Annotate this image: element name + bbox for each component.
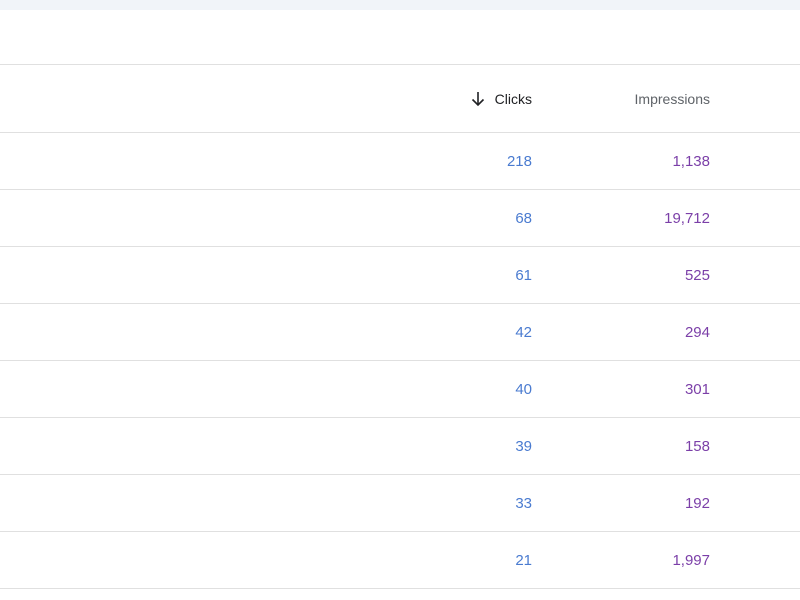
table-row[interactable]: 39 158 <box>0 418 800 475</box>
table-header-row: Clicks Impressions <box>0 65 800 133</box>
clicks-cell: 40 <box>515 380 532 398</box>
table-row[interactable]: 40 301 <box>0 361 800 418</box>
clicks-cell: 21 <box>515 551 532 569</box>
top-strip <box>0 0 800 10</box>
impressions-cell: 158 <box>684 437 710 455</box>
impressions-cell: 192 <box>684 494 710 512</box>
impressions-column-header[interactable]: Impressions <box>570 65 710 132</box>
clicks-cell: 42 <box>515 323 532 341</box>
impressions-column-label: Impressions <box>634 90 710 107</box>
impressions-cell: 294 <box>684 323 710 341</box>
table-row[interactable]: 218 1,138 <box>0 133 800 190</box>
arrow-down-icon <box>471 91 485 107</box>
table-row[interactable]: 68 19,712 <box>0 190 800 247</box>
table-row[interactable]: 61 525 <box>0 247 800 304</box>
table-row[interactable]: 21 1,997 <box>0 532 800 589</box>
clicks-column-header[interactable]: Clicks <box>412 65 532 132</box>
table-row[interactable]: 33 192 <box>0 475 800 532</box>
clicks-cell: 33 <box>515 494 532 512</box>
impressions-cell: 1,138 <box>672 152 710 170</box>
impressions-cell: 1,997 <box>672 551 710 569</box>
clicks-cell: 61 <box>515 266 532 284</box>
clicks-cell: 218 <box>506 152 532 170</box>
impressions-cell: 19,712 <box>664 209 710 227</box>
impressions-cell: 301 <box>684 380 710 398</box>
clicks-cell: 68 <box>515 209 532 227</box>
clicks-column-label: Clicks <box>494 90 532 107</box>
performance-table: Clicks Impressions 218 1,138 68 19,712 6… <box>0 65 800 589</box>
table-row[interactable]: 42 294 <box>0 304 800 361</box>
impressions-cell: 525 <box>684 266 710 284</box>
table-toolbar-area <box>0 10 800 65</box>
clicks-cell: 39 <box>515 437 532 455</box>
